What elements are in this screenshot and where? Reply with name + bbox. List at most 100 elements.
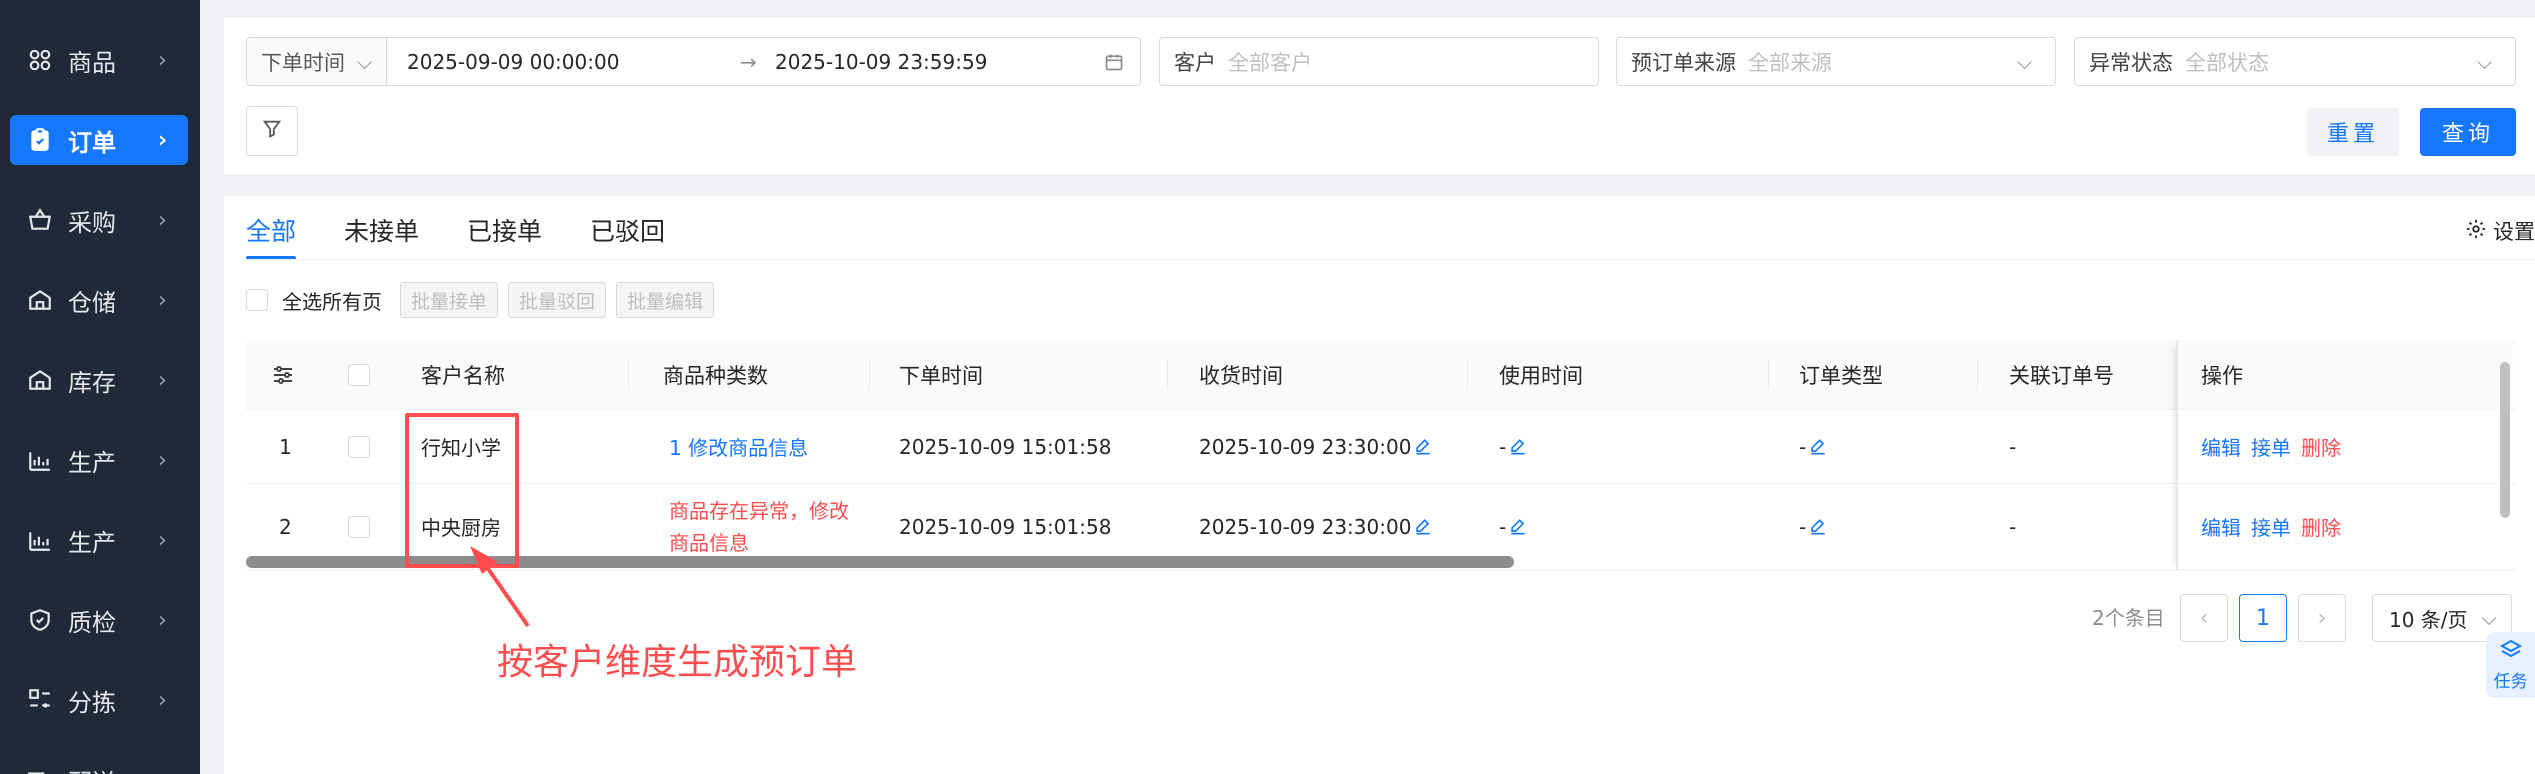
edit-pencil-icon[interactable] [1508,437,1528,457]
row-checkbox[interactable] [348,435,370,458]
sidebar-item-orders[interactable]: 订单 › [10,115,188,165]
page-number-button[interactable]: 1 [2239,594,2287,642]
column-settings-icon[interactable] [271,340,295,410]
edit-pencil-icon[interactable] [1808,517,1828,537]
status-select[interactable]: 异常状态 全部状态 ⌵ [2074,37,2516,86]
order-list-panel: 全部 未接单 已接单 已驳回 设置 全选所有页 批量接单 批量驳回 批量编辑 客… [224,196,2535,774]
edit-pencil-icon[interactable] [1413,517,1433,537]
reset-button[interactable]: 重置 [2307,108,2399,156]
orders-table: 客户名称 商品种类数 下单时间 收货时间 使用时间 订单类型 关联订单号 操作 … [246,340,2516,570]
tab-not-accepted[interactable]: 未接单 [344,212,419,260]
column-header: 下单时间 [899,364,983,388]
tab-all[interactable]: 全部 [246,212,297,260]
chevron-down-icon: ⌵ [2481,606,2497,630]
sidebar-item-label: 质检 [68,608,116,637]
bulk-accept-button[interactable]: 批量接单 [400,282,499,318]
factory-icon [26,526,54,554]
gear-icon [2465,218,2493,245]
sidebar-item-label: 库存 [68,368,116,397]
settings-button[interactable]: 设置 [2465,216,2535,246]
sidebar-item-label: 采购 [68,208,116,237]
chevron-right-icon: › [158,127,168,153]
edit-pencil-icon[interactable] [1808,437,1828,457]
column-header: 使用时间 [1499,364,1583,388]
basket-icon [26,206,54,234]
annotation-arrow-icon [470,546,530,628]
warehouse-icon [26,286,54,314]
sidebar-item-label: 订单 [68,128,116,157]
truck-icon [26,766,54,774]
sidebar-item-production-2[interactable]: 生产 › [10,515,188,565]
tab-rejected[interactable]: 已驳回 [590,212,665,260]
chevron-right-icon: › [158,367,167,393]
sort-icon [26,686,54,714]
chevron-right-icon: › [2317,605,2327,631]
order-type-cell: - [1799,410,1828,483]
date-end-input[interactable]: 2025-10-09 23:59:59 [775,38,987,85]
chevron-right-icon: › [158,207,167,233]
sidebar-item-goods[interactable]: 商品 › [10,35,188,85]
sidebar-item-inventory[interactable]: 库存 › [10,355,188,405]
date-range-picker[interactable]: 下单时间 ⌵ 2025-09-09 00:00:00 → 2025-10-09 … [246,37,1141,86]
pagination-total: 2个条目 [2092,606,2165,630]
receive-time: 2025-10-09 23:30:00 [1199,514,1412,539]
warehouse-icon [26,366,54,394]
grid-icon [26,46,54,74]
tab-accepted[interactable]: 已接单 [467,212,542,260]
task-float-label: 任务 [2493,672,2528,692]
chevron-right-icon: › [158,768,176,774]
customer-label: 客户 [1174,50,1216,75]
next-page-button[interactable]: › [2298,594,2346,642]
task-float-button[interactable]: 任务 [2486,632,2535,698]
row-checkbox[interactable] [348,515,370,538]
bulk-reject-button[interactable]: 批量驳回 [508,282,607,318]
bulk-edit-button[interactable]: 批量编辑 [616,282,715,318]
sidebar-item-delivery[interactable]: 配送 › [10,755,188,774]
column-divider [1977,360,1978,390]
sidebar-item-purchase[interactable]: 采购 › [10,195,188,245]
query-button[interactable]: 查询 [2420,108,2516,156]
factory-icon [26,446,54,474]
sidebar-item-label: 分拣 [68,688,116,717]
sidebar-item-storage[interactable]: 仓储 › [10,275,188,325]
filter-button[interactable] [246,106,298,156]
status-placeholder: 全部状态 [2185,50,2269,75]
clipboard-icon [26,126,54,154]
filter-panel: 下单时间 ⌵ 2025-09-09 00:00:00 → 2025-10-09 … [224,18,2535,174]
source-select[interactable]: 预订单来源 全部来源 ⌵ [1616,37,2056,86]
bulk-actions: 全选所有页 批量接单 批量驳回 批量编辑 [246,282,724,318]
date-start-input[interactable]: 2025-09-09 00:00:00 [407,38,619,85]
edit-pencil-icon[interactable] [1508,517,1528,537]
layers-icon [2499,638,2523,667]
date-type-select[interactable]: 下单时间 ⌵ [247,38,387,85]
customer-select[interactable]: 客户 全部客户 [1159,37,1599,86]
chevron-right-icon: › [158,447,167,473]
select-all-checkbox[interactable] [246,289,268,311]
header-checkbox[interactable] [348,364,370,386]
source-label: 预订单来源 [1631,50,1736,75]
sidebar-item-production[interactable]: 生产 › [10,435,188,485]
use-time-cell: - [1499,410,1528,483]
prev-page-button[interactable]: ‹ [2180,594,2228,642]
product-info-link[interactable]: 1 修改商品信息 [669,410,808,483]
column-divider [869,360,870,390]
status-tabs: 全部 未接单 已接单 已驳回 [246,212,713,260]
sidebar-item-sorting[interactable]: 分拣 › [10,675,188,725]
sidebar-item-quality[interactable]: 质检 › [10,595,188,645]
arrow-right-icon: → [740,49,757,74]
edit-pencil-icon[interactable] [1413,437,1433,457]
vertical-scrollbar[interactable] [2500,362,2510,518]
chevron-right-icon: › [158,607,167,633]
chevron-down-icon: ⌵ [2017,49,2033,74]
horizontal-scrollbar[interactable] [246,556,2516,568]
sidebar-item-label: 生产 [68,448,116,477]
order-type: - [1799,514,1807,539]
sidebar-item-label: 仓储 [68,288,116,317]
filter-icon [261,118,283,145]
tabs-divider [246,259,2535,260]
page-size-value: 10 条/页 [2389,607,2468,632]
settings-label: 设置 [2493,220,2535,244]
order-time: 2025-10-09 15:01:58 [899,434,1112,459]
column-divider [1768,360,1769,390]
annotation-text: 按客户维度生成预订单 [497,642,858,683]
